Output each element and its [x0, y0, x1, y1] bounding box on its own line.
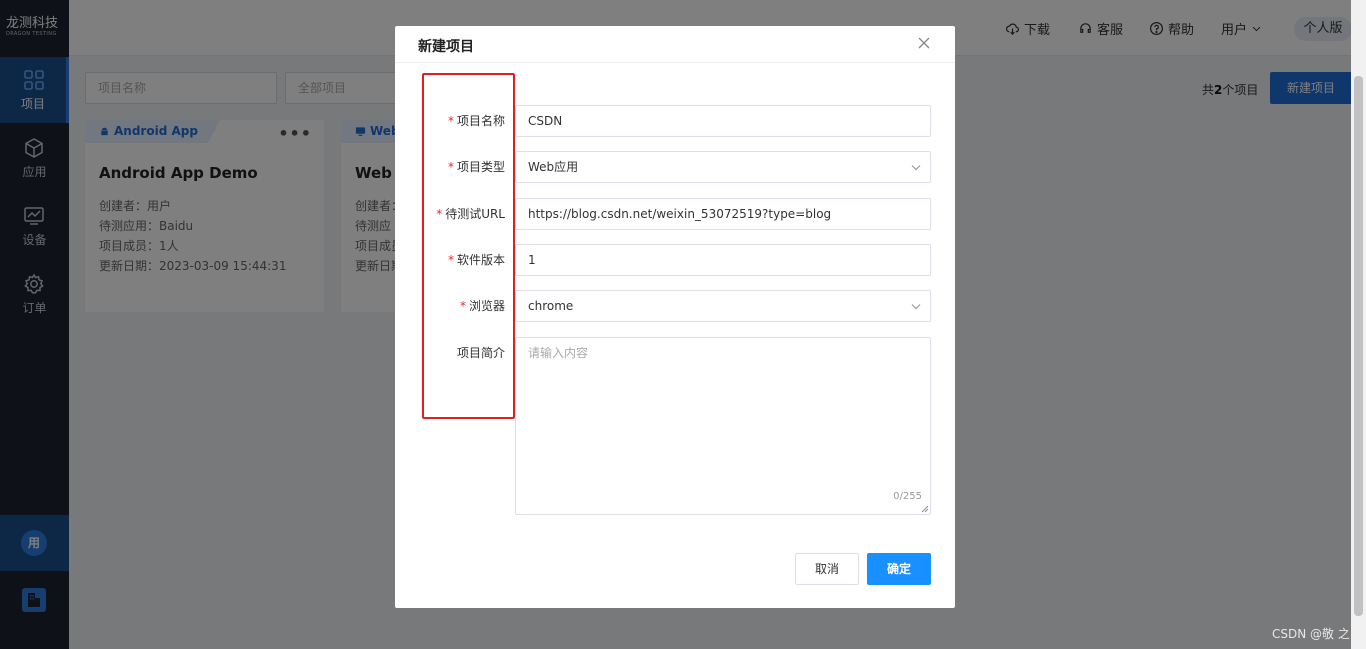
cancel-button[interactable]: 取消 [795, 553, 859, 585]
test-url-label: * 待测试URL [436, 207, 505, 221]
project-name-input[interactable]: CSDN [515, 105, 931, 137]
software-version-label: * 软件版本 [447, 253, 505, 267]
project-name-label: * 项目名称 [447, 114, 505, 128]
test-url-input[interactable]: https://blog.csdn.net/weixin_53072519?ty… [515, 198, 931, 230]
test-url-label-text: 待测试URL [445, 207, 505, 221]
dialog-header: 新建项目 [395, 26, 955, 63]
resize-grip-icon[interactable] [921, 505, 929, 513]
browser-select[interactable]: chrome [515, 290, 931, 322]
browser-label-text: 浏览器 [468, 299, 505, 313]
chevron-down-icon [911, 304, 921, 310]
dialog-title: 新建项目 [418, 39, 474, 55]
software-version-label-text: 软件版本 [456, 253, 505, 267]
browser-label: * 浏览器 [459, 299, 505, 313]
software-version-input[interactable]: 1 [515, 244, 931, 276]
browser-value: chrome [528, 299, 574, 313]
chevron-down-icon [911, 165, 921, 171]
scrollbar-thumb[interactable] [1354, 76, 1363, 616]
project-intro-label: 项目简介 [456, 346, 505, 360]
project-type-label-text: 项目类型 [456, 160, 505, 174]
confirm-button[interactable]: 确定 [867, 553, 931, 585]
project-type-select[interactable]: Web应用 [515, 151, 931, 183]
project-name-label-text: 项目名称 [456, 114, 505, 128]
new-project-dialog: 新建项目 * 项目名称 CSDN * 项目类型 Web应用 * 待测试URL http… [395, 26, 955, 608]
project-type-label: * 项目类型 [447, 160, 505, 174]
character-counter: 0/255 [893, 491, 922, 502]
project-type-value: Web应用 [528, 160, 579, 174]
page-scrollbar[interactable] [1351, 0, 1366, 649]
project-intro-textarea[interactable]: 请输入内容 0/255 [515, 337, 931, 515]
textarea-placeholder: 请输入内容 [528, 346, 589, 360]
watermark: CSDN @敬 之 [1272, 627, 1350, 641]
close-icon[interactable] [917, 36, 931, 50]
